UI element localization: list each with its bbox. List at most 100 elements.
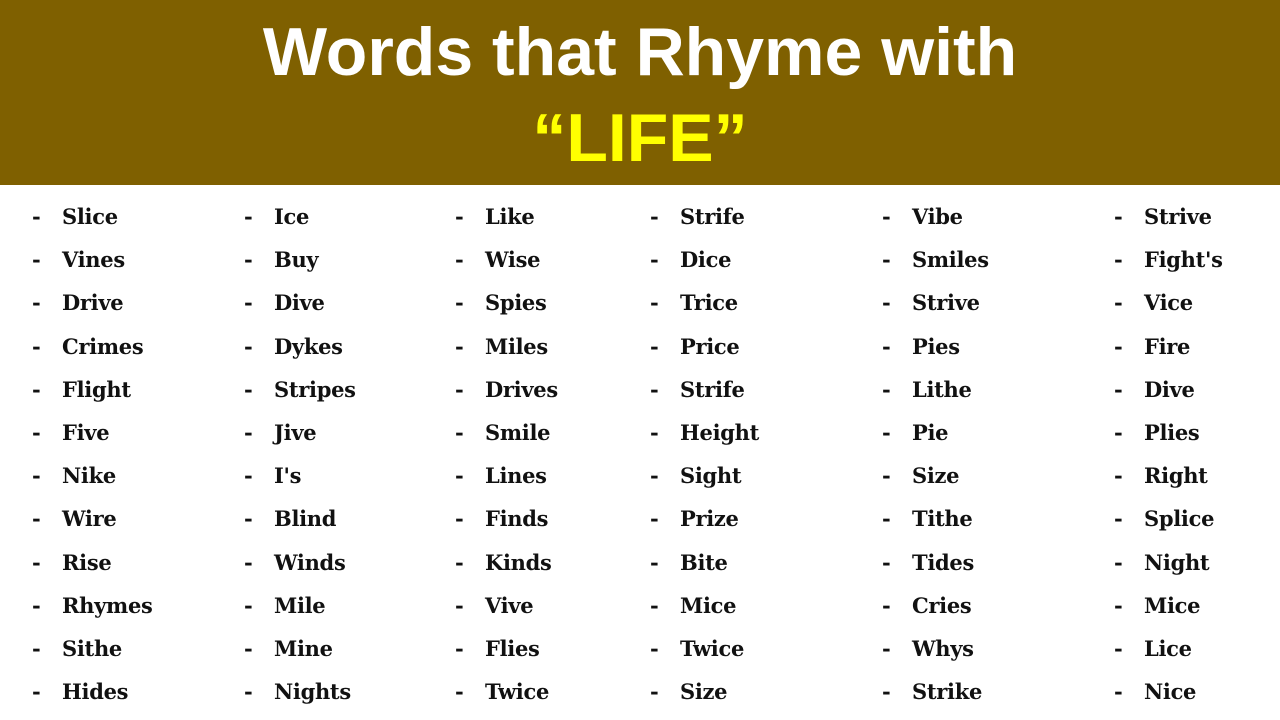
bullet-dash: - (882, 247, 891, 272)
rhyme-word: Five (62, 420, 110, 445)
rhyme-word: Rise (62, 550, 112, 575)
rhyme-word: Like (485, 204, 535, 229)
bullet-dash: - (244, 593, 253, 618)
bullet-dash: - (455, 204, 464, 229)
bullet-dash: - (455, 593, 464, 618)
bullet-dash: - (882, 204, 891, 229)
bullet-dash: - (1114, 290, 1123, 315)
bullet-dash: - (455, 679, 464, 704)
rhyme-word: Mine (274, 636, 333, 661)
bullet-dash: - (32, 247, 41, 272)
rhyme-word: Night (1144, 550, 1210, 575)
bullet-dash: - (650, 463, 659, 488)
rhyme-word: Mice (680, 593, 737, 618)
rhyme-word: I's (274, 463, 302, 488)
rhyme-word: Hides (62, 679, 129, 704)
rhyme-word: Lice (1144, 636, 1192, 661)
bullet-dash: - (1114, 593, 1123, 618)
bullet-dash: - (244, 204, 253, 229)
bullet-dash: - (32, 420, 41, 445)
rhyme-word: Vice (1144, 290, 1193, 315)
bullet-dash: - (650, 593, 659, 618)
bullet-dash: - (455, 377, 464, 402)
rhyme-word: Vive (485, 593, 534, 618)
rhyme-word: Strike (912, 679, 983, 704)
rhyme-word: Strife (680, 377, 745, 402)
bullet-dash: - (1114, 636, 1123, 661)
rhyme-word: Dive (274, 290, 325, 315)
rhyme-word: Vibe (912, 204, 963, 229)
rhyme-word: Right (1144, 463, 1208, 488)
bullet-dash: - (455, 290, 464, 315)
rhyme-word: Sithe (62, 636, 122, 661)
rhyme-word: Vines (62, 247, 125, 272)
rhyme-word: Dykes (274, 334, 343, 359)
bullet-dash: - (244, 506, 253, 531)
bullet-dash: - (1114, 420, 1123, 445)
bullet-dash: - (650, 247, 659, 272)
bullet-dash: - (32, 679, 41, 704)
rhyme-word: Cries (912, 593, 972, 618)
rhyme-word: Smile (485, 420, 551, 445)
rhyme-word: Slice (62, 204, 118, 229)
rhyme-word: Blind (274, 506, 337, 531)
bullet-dash: - (1114, 550, 1123, 575)
rhyme-word: Ice (274, 204, 310, 229)
bullet-dash: - (32, 550, 41, 575)
rhyme-word: Jive (274, 420, 317, 445)
bullet-dash: - (882, 593, 891, 618)
rhyme-word: Drive (62, 290, 124, 315)
rhyme-word: Miles (485, 334, 548, 359)
bullet-dash: - (244, 636, 253, 661)
bullet-dash: - (32, 463, 41, 488)
bullet-dash: - (1114, 247, 1123, 272)
bullet-dash: - (882, 679, 891, 704)
rhyme-word: Nike (62, 463, 116, 488)
rhyme-word: Tides (912, 550, 974, 575)
rhyme-word: Spies (485, 290, 547, 315)
bullet-dash: - (882, 420, 891, 445)
rhyme-word: Nice (1144, 679, 1197, 704)
bullet-dash: - (32, 506, 41, 531)
rhyme-word: Splice (1144, 506, 1215, 531)
rhyme-word: Wire (62, 506, 117, 531)
rhyme-word: Tithe (912, 506, 973, 531)
rhyme-word: Fire (1144, 334, 1191, 359)
rhyme-word: Wise (485, 247, 541, 272)
bullet-dash: - (32, 204, 41, 229)
rhyme-word: Pies (912, 334, 960, 359)
bullet-dash: - (882, 506, 891, 531)
bullet-dash: - (1114, 334, 1123, 359)
rhyme-word: Buy (274, 247, 319, 272)
bullet-dash: - (882, 636, 891, 661)
rhyme-word: Twice (680, 636, 745, 661)
rhyme-word: Twice (485, 679, 550, 704)
bullet-dash: - (650, 204, 659, 229)
bullet-dash: - (650, 420, 659, 445)
rhyme-word: Mile (274, 593, 326, 618)
bullet-dash: - (455, 247, 464, 272)
bullet-dash: - (1114, 377, 1123, 402)
bullet-dash: - (32, 377, 41, 402)
rhyme-word: Trice (680, 290, 738, 315)
rhyme-word: Strive (1144, 204, 1212, 229)
rhyme-word: Stripes (274, 377, 356, 402)
bullet-dash: - (32, 290, 41, 315)
title-banner: Words that Rhyme with “LIFE” (0, 0, 1280, 185)
bullet-dash: - (650, 550, 659, 575)
bullet-dash: - (1114, 506, 1123, 531)
rhyme-word: Fight's (1144, 247, 1223, 272)
rhyme-word: Mice (1144, 593, 1201, 618)
rhyme-word: Smiles (912, 247, 989, 272)
rhyme-word: Dive (1144, 377, 1195, 402)
rhyme-word: Lines (485, 463, 547, 488)
bullet-dash: - (882, 290, 891, 315)
bullet-dash: - (650, 679, 659, 704)
highlighted-word: “LIFE” (532, 100, 748, 176)
bullet-dash: - (32, 636, 41, 661)
bullet-dash: - (1114, 679, 1123, 704)
rhyme-word: Height (680, 420, 760, 445)
rhyme-word: Lithe (912, 377, 972, 402)
bullet-dash: - (455, 334, 464, 359)
rhyme-word: Strife (680, 204, 745, 229)
